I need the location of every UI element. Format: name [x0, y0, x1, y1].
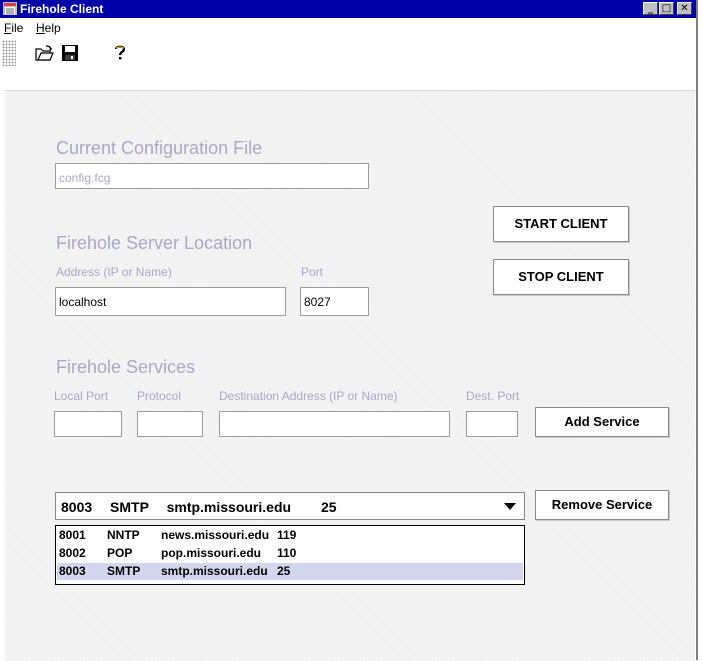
chevron-down-icon[interactable]	[496, 493, 524, 519]
item-host: smtp.missouri.edu	[161, 564, 268, 578]
title-bar[interactable]: Firehole Client _ □ ✕	[0, 0, 696, 18]
maximize-icon: □	[661, 3, 672, 14]
start-client-button[interactable]: START CLIENT	[493, 206, 629, 242]
menu-file[interactable]: File	[4, 21, 23, 35]
item-protocol: SMTP	[107, 564, 141, 578]
local-port-label: Local Port	[54, 389, 109, 403]
item-host: pop.missouri.edu	[161, 546, 262, 560]
selected-host: smtp.missouri.edu	[166, 499, 292, 515]
services-heading: Firehole Services	[56, 357, 196, 377]
stop-client-button[interactable]: STOP CLIENT	[493, 259, 629, 295]
add-service-button[interactable]: Add Service	[535, 407, 669, 437]
app-icon	[3, 2, 17, 15]
services-dropdown[interactable]: 8003 SMTP smtp.missouri.edu 25	[55, 492, 525, 520]
services-list: 8001 NNTP news.missouri.edu 119 8002 POP…	[55, 525, 525, 585]
local-port-field[interactable]	[54, 411, 122, 437]
item-port: 8003	[59, 564, 86, 578]
dest-port-field[interactable]	[466, 411, 518, 437]
help-icon[interactable]	[110, 43, 130, 63]
selected-dest-port: 25	[320, 499, 337, 515]
selected-port: 8003	[61, 499, 93, 515]
toolbar	[0, 38, 696, 70]
close-icon: ✕	[680, 3, 689, 14]
item-port: 8001	[59, 528, 86, 542]
remove-service-button[interactable]: Remove Service	[535, 490, 669, 520]
list-item[interactable]: 8002 POP pop.missouri.edu 110	[57, 545, 523, 562]
menu-help[interactable]: Help	[36, 21, 61, 35]
toolbar-grip[interactable]	[2, 40, 16, 66]
item-dest-port: 110	[277, 546, 297, 560]
save-disk-icon[interactable]	[60, 43, 80, 63]
address-label: Address (IP or Name)	[56, 265, 172, 279]
close-button[interactable]: ✕	[677, 2, 692, 15]
destination-address-label: Destination Address (IP or Name)	[219, 389, 398, 403]
dropdown-selected-value: 8003 SMTP smtp.missouri.edu 25	[61, 499, 337, 515]
protocol-field[interactable]	[137, 411, 203, 437]
selected-protocol: SMTP	[110, 499, 149, 515]
list-item[interactable]: 8001 NNTP news.missouri.edu 119	[57, 527, 523, 544]
protocol-label: Protocol	[137, 389, 182, 403]
open-folder-icon[interactable]	[34, 43, 54, 63]
maximize-button[interactable]: □	[659, 2, 674, 15]
app-window: Firehole Client _ □ ✕ File Help Current …	[0, 0, 698, 661]
config-file-field[interactable]: config.fcg	[55, 163, 369, 189]
item-dest-port: 25	[277, 564, 291, 578]
port-field[interactable]: 8027	[300, 287, 369, 316]
list-item-selected[interactable]: 8003 SMTP smtp.missouri.edu 25	[57, 563, 523, 580]
item-dest-port: 119	[277, 528, 297, 542]
window-title: Firehole Client	[20, 2, 104, 16]
item-port: 8002	[59, 546, 86, 560]
server-heading: Firehole Server Location	[56, 233, 253, 253]
item-protocol: NNTP	[107, 528, 140, 542]
dest-port-label: Dest. Port	[466, 389, 520, 403]
destination-address-field[interactable]	[219, 411, 450, 437]
item-protocol: POP	[107, 546, 133, 560]
item-host: news.missouri.edu	[161, 528, 270, 542]
address-field[interactable]: localhost	[55, 287, 286, 316]
minimize-button[interactable]: _	[643, 2, 658, 15]
menu-bar: File Help	[0, 18, 696, 38]
config-heading: Current Configuration File	[56, 138, 263, 158]
minimize-icon: _	[648, 3, 653, 14]
port-label: Port	[301, 265, 324, 279]
